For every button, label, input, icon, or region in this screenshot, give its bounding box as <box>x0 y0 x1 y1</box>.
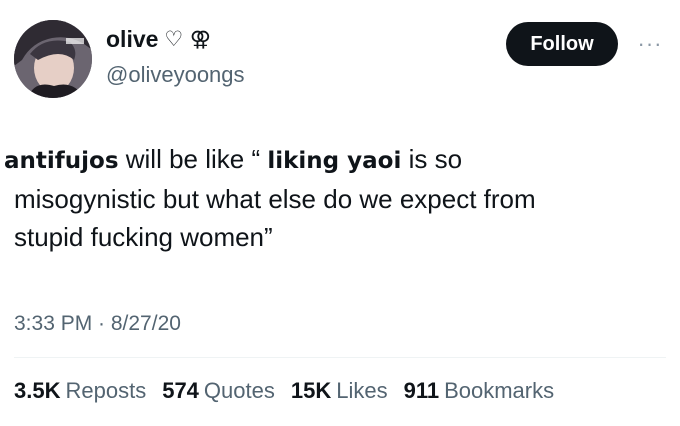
tweet-line-1: antifujos will be like “ liking yaoi is … <box>4 140 536 180</box>
stat-bookmarks[interactable]: 911 Bookmarks <box>404 378 555 404</box>
stat-label: Likes <box>336 378 388 403</box>
follow-button[interactable]: Follow <box>506 22 618 66</box>
stat-reposts[interactable]: 3.5K Reposts <box>14 378 146 404</box>
stat-value: 15K <box>290 378 332 403</box>
stat-value: 911 <box>403 378 440 403</box>
tweet-line-3: stupid fucking women” <box>14 222 273 252</box>
tweet-bold-liking-yaoi: liking yaoi <box>267 148 402 174</box>
tweet-timestamp[interactable]: 3:33 PM · 8/27/20 <box>14 312 181 336</box>
tweet-text: antifujos will be like “ liking yaoi is … <box>0 140 536 256</box>
author-name-row[interactable]: olive ♡ ⚢ <box>106 26 211 53</box>
stat-label: Bookmarks <box>444 378 555 403</box>
stat-value: 3.5K <box>14 378 61 403</box>
stat-likes[interactable]: 15K Likes <box>291 378 388 404</box>
tweet-bold-antifujos: antifujos <box>4 148 119 174</box>
user-handle[interactable]: @oliveyoongs <box>106 62 245 88</box>
engagement-stats: 3.5K Reposts 574 Quotes 15K Likes 911 Bookma… <box>14 378 554 404</box>
stat-quotes[interactable]: 574 Quotes <box>162 378 275 404</box>
more-options-icon[interactable]: ··· <box>630 24 670 64</box>
tweet-text-segment: is so <box>401 144 463 174</box>
stat-value: 574 <box>162 378 199 403</box>
tweet-line-2: misogynistic but what else do we expect … <box>14 184 536 214</box>
tweet-text-segment: will be like “ <box>118 144 268 174</box>
divider <box>14 357 666 358</box>
display-name[interactable]: olive <box>106 26 158 53</box>
stat-label: Quotes <box>203 378 275 403</box>
avatar[interactable] <box>14 20 92 98</box>
heart-women-symbols-icon: ♡ ⚢ <box>164 27 212 51</box>
stat-label: Reposts <box>65 378 147 403</box>
